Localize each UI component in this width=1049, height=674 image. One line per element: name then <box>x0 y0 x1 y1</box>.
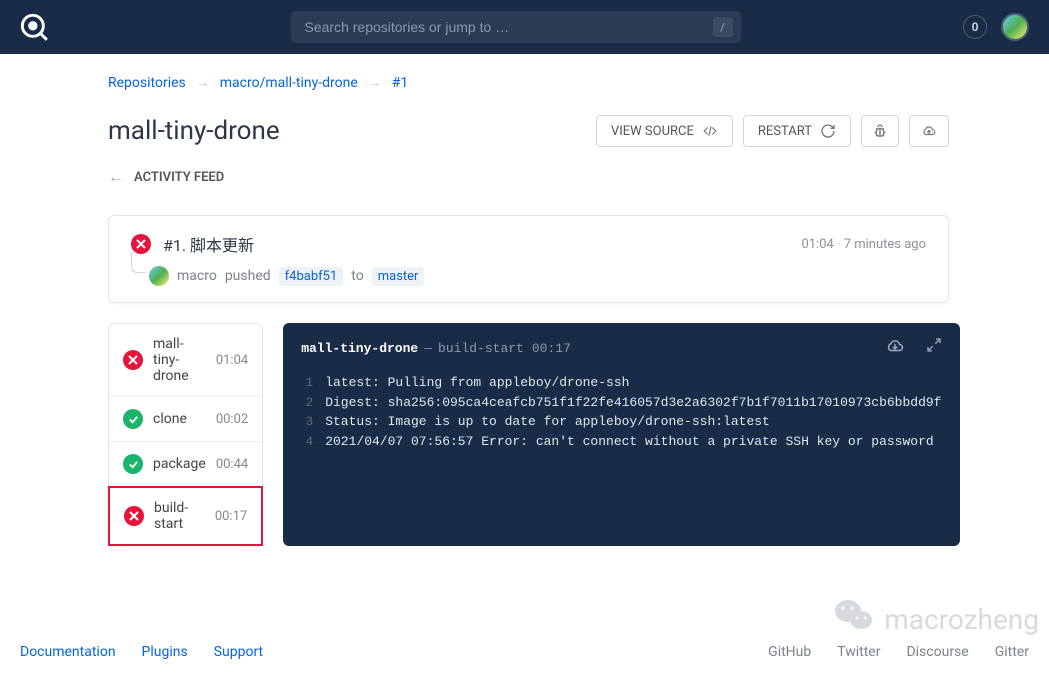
app-logo[interactable] <box>20 13 48 41</box>
log-line-text: Digest: sha256:095ca4ceafcb751f1f22fe416… <box>325 393 941 413</box>
build-summary-card: #1. 脚本更新 01:04 · 7 minutes ago macro pus… <box>108 215 949 303</box>
breadcrumb-repos[interactable]: Repositories <box>108 75 186 91</box>
stage-list: mall-tiny-drone 01:04 clone 00:02 package 00:… <box>108 323 263 546</box>
author-avatar <box>149 266 169 286</box>
restart-label: RESTART <box>758 124 812 139</box>
breadcrumb-repo[interactable]: macro/mall-tiny-drone <box>220 75 358 91</box>
stage-item[interactable]: package 00:44 <box>109 442 262 487</box>
log-line: 1 latest: Pulling from appleboy/drone-ssh <box>301 373 941 393</box>
expand-log-icon[interactable] <box>926 337 942 359</box>
branch-link[interactable]: master <box>372 267 425 286</box>
build-title: #1. 脚本更新 <box>163 232 254 256</box>
refresh-icon <box>820 123 836 139</box>
log-title-separator: — <box>424 341 432 356</box>
commit-link[interactable]: f4babf51 <box>279 267 344 286</box>
stage-name: clone <box>153 411 206 427</box>
log-title-repo: mall-tiny-drone <box>301 341 418 356</box>
log-line: 4 2021/04/07 07:56:57 Error: can't connec… <box>301 432 941 452</box>
log-line: 2 Digest: sha256:095ca4ceafcb751f1f22fe41… <box>301 393 941 413</box>
footer-link[interactable]: Plugins <box>142 644 188 660</box>
deploy-button[interactable] <box>909 115 949 147</box>
view-source-label: VIEW SOURCE <box>611 124 694 139</box>
debug-button[interactable] <box>861 115 899 147</box>
chevron-right-icon: → <box>368 74 382 91</box>
build-time: 01:04 · 7 minutes ago <box>801 237 926 252</box>
activity-feed-link[interactable]: ← ACTIVITY FEED <box>108 167 949 187</box>
log-line-number: 1 <box>301 373 313 393</box>
footer-link[interactable]: Documentation <box>20 644 116 660</box>
status-success-icon <box>123 409 143 429</box>
build-author: macro <box>177 268 217 284</box>
search-input[interactable] <box>291 11 741 43</box>
footer-link[interactable]: Discourse <box>906 644 968 660</box>
build-verb: pushed <box>225 268 271 284</box>
chevron-right-icon: → <box>196 74 210 91</box>
footer-link[interactable]: GitHub <box>768 644 811 660</box>
log-line-text: latest: Pulling from appleboy/drone-ssh <box>325 373 629 393</box>
app-header: / 0 <box>0 0 1049 54</box>
log-line-text: Status: Image is up to date for appleboy… <box>325 412 770 432</box>
log-line-text: 2021/04/07 07:56:57 Error: can't connect… <box>325 432 934 452</box>
status-success-icon <box>123 454 143 474</box>
stage-name: package <box>153 456 206 472</box>
footer-link[interactable]: Twitter <box>837 644 880 660</box>
log-line-number: 4 <box>301 432 313 452</box>
log-line: 3 Status: Image is up to date for applebo… <box>301 412 941 432</box>
status-fail-icon <box>124 506 144 526</box>
log-title-duration: 00:17 <box>532 341 571 356</box>
log-line-number: 3 <box>301 412 313 432</box>
code-icon <box>702 124 718 138</box>
stage-duration: 00:17 <box>215 509 247 524</box>
stage-item[interactable]: build-start 00:17 <box>108 486 263 546</box>
page-title: mall-tiny-drone <box>108 116 280 146</box>
log-line-number: 2 <box>301 393 313 413</box>
restart-button[interactable]: RESTART <box>743 115 851 147</box>
cloud-upload-icon <box>920 124 938 138</box>
activity-feed-label: ACTIVITY FEED <box>134 170 224 185</box>
log-title-step: build-start <box>438 341 524 356</box>
stage-item[interactable]: clone 00:02 <box>109 397 262 442</box>
stage-duration: 00:02 <box>216 412 248 427</box>
build-to: to <box>351 268 363 284</box>
footer-link[interactable]: Support <box>214 644 263 660</box>
search-box: / <box>291 11 741 43</box>
status-fail-icon <box>131 234 151 254</box>
download-log-icon[interactable] <box>886 337 904 359</box>
build-meta: macro pushed f4babf51 to master <box>141 266 926 286</box>
footer: Documentation Plugins Support GitHub Twitte… <box>0 630 1049 674</box>
status-fail-icon <box>123 350 143 370</box>
stage-name: mall-tiny-drone <box>153 336 206 384</box>
search-kbd-hint: / <box>713 17 733 37</box>
footer-link[interactable]: Gitter <box>995 644 1029 660</box>
stage-duration: 01:04 <box>216 353 248 368</box>
breadcrumb: Repositories → macro/mall-tiny-drone → #… <box>108 74 949 91</box>
breadcrumb-build[interactable]: #1 <box>392 75 409 91</box>
bug-icon <box>872 123 888 139</box>
stage-name: build-start <box>154 500 205 532</box>
arrow-left-icon: ← <box>108 167 124 187</box>
user-avatar[interactable] <box>1001 13 1029 41</box>
log-panel: mall-tiny-drone — build-start 00:17 1 lat… <box>283 323 959 546</box>
view-source-button[interactable]: VIEW SOURCE <box>596 115 733 147</box>
stage-item[interactable]: mall-tiny-drone 01:04 <box>109 324 262 397</box>
stage-duration: 00:44 <box>216 457 248 472</box>
log-lines: 1 latest: Pulling from appleboy/drone-ssh… <box>301 373 941 451</box>
notification-badge[interactable]: 0 <box>963 15 987 39</box>
